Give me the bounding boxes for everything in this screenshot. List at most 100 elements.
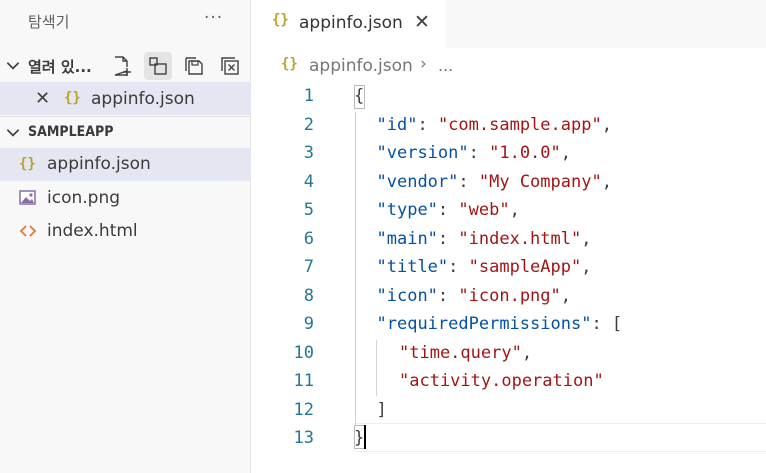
line-number: 9 (303, 314, 314, 334)
indent-guide (376, 340, 377, 396)
text-cursor (364, 425, 366, 449)
json-string: "index.html" (458, 228, 582, 249)
project-section-header[interactable]: SAMPLEAPP (0, 117, 251, 149)
save-all-icon[interactable] (180, 52, 208, 80)
line-number: 1 (303, 86, 314, 106)
json-braces-icon: {} (272, 12, 289, 28)
breadcrumb-separator-icon: › (420, 54, 427, 74)
json-punctuation: , (509, 200, 520, 220)
json-punctuation: ] (376, 399, 387, 420)
more-actions-icon[interactable]: ··· (204, 8, 223, 28)
code-line: "version": "1.0.0", (377, 143, 572, 163)
json-key: "version" (376, 143, 469, 163)
project-name-label: SAMPLEAPP (28, 124, 114, 140)
indent-guide (355, 112, 356, 425)
json-punctuation: : (437, 228, 459, 249)
json-string: "My Company" (478, 171, 602, 192)
json-key: "icon" (376, 285, 438, 306)
code-line: { (354, 86, 364, 106)
tab-label: appinfo.json (299, 13, 403, 33)
json-string: "time.query" (399, 342, 522, 363)
json-string: "sampleApp" (468, 257, 582, 277)
file-item-appinfo-json[interactable]: {} appinfo.json (0, 148, 251, 181)
explorer-header: 탐색기 ··· (0, 0, 251, 44)
open-editors-section-header[interactable]: 열려 있... (0, 50, 251, 82)
toggle-vertical-layout-icon[interactable] (144, 52, 172, 80)
breadcrumb: {} appinfo.json › ... (252, 48, 766, 84)
json-punctuation: : [ (591, 314, 623, 334)
json-punctuation: , (581, 228, 592, 249)
json-punctuation: { (354, 86, 365, 106)
code-line: "icon": "icon.png", (377, 286, 572, 306)
file-label: index.html (47, 221, 138, 241)
html-brackets-icon (19, 225, 37, 237)
json-key: "title" (376, 257, 449, 277)
json-punctuation: , (560, 143, 572, 163)
json-punctuation: : (458, 171, 479, 192)
json-braces-icon: {} (64, 90, 81, 106)
code-line: "id": "com.sample.app", (377, 115, 612, 135)
json-punctuation: , (601, 171, 612, 192)
explorer-title: 탐색기 (28, 13, 70, 31)
open-editor-label: appinfo.json (91, 89, 195, 109)
current-line-highlight (354, 423, 766, 452)
line-number: 8 (303, 285, 314, 306)
code-editor[interactable]: 1 2 3 4 5 6 7 8 9 10 11 12 13{"id": "com.sample.app"… (252, 84, 766, 473)
code-line: "time.query", (399, 343, 532, 363)
line-number: 2 (303, 114, 314, 135)
tab-appinfo-json[interactable]: {} appinfo.json ✕ (252, 0, 445, 48)
code-line: "title": "sampleApp", (377, 257, 592, 277)
line-number: 12 (293, 399, 314, 420)
close-editor-icon[interactable]: ✕ (35, 88, 50, 109)
line-number: 3 (303, 143, 314, 163)
json-braces-icon: {} (19, 156, 36, 172)
close-all-editors-icon[interactable] (216, 52, 244, 80)
line-number: 7 (303, 257, 314, 277)
json-braces-icon: {} (281, 56, 298, 72)
code-line: "activity.operation" (399, 371, 604, 391)
code-line: "vendor": "My Company", (377, 172, 612, 192)
json-key: "main" (376, 228, 438, 249)
json-punctuation: : (437, 285, 459, 306)
chevron-down-icon (6, 62, 20, 70)
json-string: "web" (458, 200, 510, 220)
json-string: "activity.operation" (399, 371, 604, 391)
breadcrumb-file[interactable]: appinfo.json (309, 56, 413, 76)
json-punctuation: , (601, 114, 612, 135)
json-punctuation: : (437, 200, 459, 220)
json-punctuation: : (468, 143, 490, 163)
editor-tab-bar: {} appinfo.json ✕ (252, 0, 766, 48)
open-editor-item[interactable]: ✕ {} appinfo.json (0, 82, 251, 115)
open-editors-label: 열려 있... (28, 58, 92, 76)
new-untitled-file-icon[interactable] (108, 52, 136, 80)
image-file-icon (19, 190, 36, 205)
breadcrumb-symbols[interactable]: ... (438, 56, 453, 75)
line-number: 6 (303, 228, 314, 249)
line-number: 10 (293, 342, 314, 363)
code-line: "main": "index.html", (377, 229, 592, 249)
json-punctuation: , (560, 285, 572, 306)
line-number: 13 (293, 428, 314, 448)
line-number: 11 (293, 371, 314, 391)
line-number: 4 (303, 171, 314, 192)
code-line: } (354, 428, 364, 448)
code-line: "requiredPermissions": [ (377, 314, 623, 334)
file-label: appinfo.json (47, 154, 151, 174)
json-key: "type" (376, 200, 438, 220)
json-string: "com.sample.app" (437, 114, 602, 135)
code-line: ] (377, 400, 387, 420)
line-number: 5 (303, 200, 314, 220)
json-punctuation: , (521, 342, 533, 363)
json-key: "id" (376, 114, 418, 135)
json-key: "vendor" (376, 171, 459, 192)
json-string: "1.0.0" (489, 143, 561, 163)
json-punctuation: } (354, 428, 365, 448)
json-punctuation: , (581, 257, 592, 277)
close-tab-icon[interactable]: ✕ (414, 11, 430, 33)
json-punctuation: : (417, 114, 438, 135)
file-item-icon-png[interactable]: icon.png (0, 182, 251, 215)
file-item-index-html[interactable]: index.html (0, 215, 251, 248)
explorer-sidebar: 탐색기 ··· 열려 있... ✕ {} appinfo.json SAMPLE… (0, 0, 251, 473)
json-punctuation: : (448, 257, 469, 277)
json-key: "requiredPermissions" (376, 314, 592, 334)
